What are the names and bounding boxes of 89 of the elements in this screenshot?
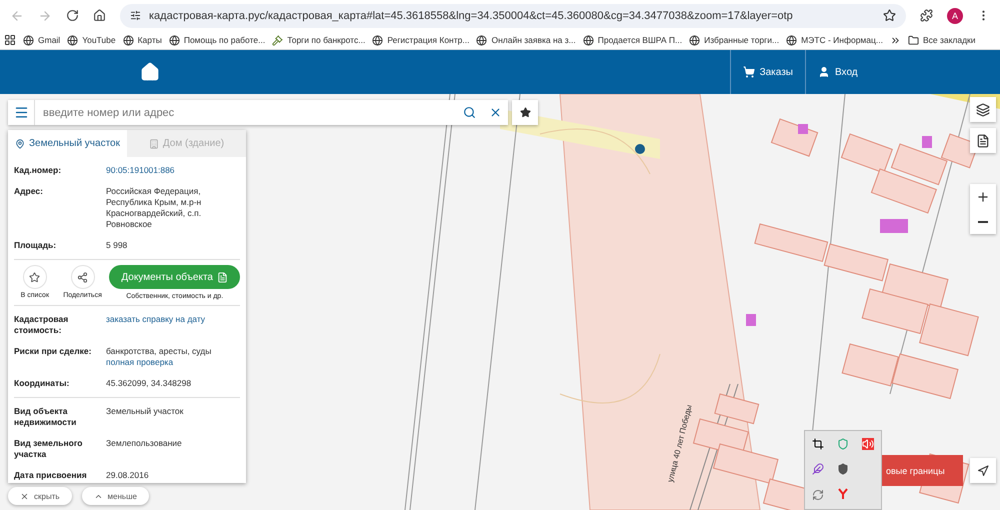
tray-shield-icon[interactable]	[836, 462, 849, 474]
extensions-icon[interactable]	[920, 9, 933, 22]
field-label: Риски при сделке:	[14, 346, 92, 358]
bookmark-item[interactable]: МЭТС - Информац...	[786, 34, 883, 46]
building-footprint	[798, 124, 808, 134]
bookmark-item[interactable]: Продается ВШРА П...	[582, 34, 682, 46]
share-icon	[77, 272, 88, 282]
bookmark-item[interactable]: YouTube	[67, 34, 116, 46]
field-value: 45.362099, 34.348298	[106, 378, 192, 389]
globe-icon	[23, 34, 34, 46]
close-icon[interactable]	[488, 106, 502, 119]
profile-avatar[interactable]: A	[947, 8, 963, 24]
globe-icon	[689, 34, 700, 46]
collapse-button[interactable]: меньше	[82, 487, 149, 505]
tray-crop-icon[interactable]	[812, 438, 824, 450]
street-label: улица 40 лет Победы	[666, 404, 694, 484]
layers-icon	[976, 102, 990, 116]
location-marker	[635, 144, 645, 154]
building-footprint	[746, 314, 756, 326]
star-icon	[520, 107, 530, 118]
bookmark-item[interactable]: Gmail	[23, 34, 60, 46]
site-settings-icon	[130, 10, 141, 21]
building-footprint	[922, 136, 932, 148]
field-link[interactable]: заказать справку на дату	[106, 314, 240, 336]
field-label: Адрес:	[14, 186, 44, 198]
bookmark-star-icon[interactable]	[883, 9, 896, 22]
home-icon[interactable]	[93, 9, 106, 22]
building-footprint	[880, 219, 908, 233]
share-button[interactable]	[70, 265, 95, 289]
cart-icon	[742, 66, 755, 78]
tab-label: Дом (здание)	[162, 138, 224, 149]
field-link[interactable]: 90:05:191001:886	[106, 165, 240, 176]
check-link[interactable]: полная проверка	[106, 357, 240, 368]
field-label: Дата присвоения	[14, 470, 88, 481]
field-value: банкротства, аресты, суды	[106, 346, 212, 357]
apps-icon[interactable]	[4, 34, 16, 46]
globe-icon	[786, 34, 798, 46]
plus-icon	[976, 190, 990, 204]
globe-icon	[122, 34, 134, 46]
field-label: Кадастровая стоимость:	[14, 314, 70, 336]
document-icon	[217, 272, 228, 282]
bookmark-item[interactable]: Онлайн заявка на з...	[476, 34, 576, 46]
field-value: 5 998	[106, 240, 128, 251]
globe-icon	[476, 34, 488, 46]
reload-icon[interactable]	[66, 9, 79, 22]
field-value: Землепользование	[106, 438, 183, 449]
gavel-icon	[272, 34, 284, 46]
field-value: Земельный участок	[106, 406, 184, 417]
tray-speaker-icon[interactable]	[862, 438, 874, 450]
more-bookmarks-icon[interactable]	[890, 34, 901, 46]
field-label: Кад.номер:	[14, 165, 62, 176]
all-bookmarks[interactable]: Все закладки	[908, 34, 976, 46]
search-field[interactable]: введите номер или адрес	[34, 100, 456, 125]
tab-label: Земельный участок	[28, 138, 120, 149]
field-label: Площадь:	[14, 240, 58, 251]
globe-icon	[582, 34, 594, 46]
search-icon[interactable]	[462, 106, 476, 119]
tray-sync-icon[interactable]	[812, 489, 824, 501]
globe-icon	[372, 34, 384, 46]
bookmark-item[interactable]: Помощь по работе...	[168, 34, 266, 46]
pin-icon	[14, 138, 25, 148]
globe-icon	[168, 34, 180, 46]
globe-icon	[67, 34, 78, 46]
tray-feather-icon[interactable]	[812, 462, 824, 474]
field-label: Вид объекта недвижимости	[14, 406, 78, 428]
bookmark-item[interactable]: Торги по банкротс...	[272, 34, 366, 46]
panel-tab[interactable]: Земельный участок	[8, 130, 127, 157]
favorites-button[interactable]	[512, 100, 538, 125]
document-icon	[976, 134, 990, 148]
minus-icon	[978, 220, 988, 222]
navigation-arrow-icon	[977, 464, 989, 476]
field-label: Вид земельного участка	[14, 438, 84, 460]
field-value: Российская Федерация, Республика Крым, м.р-н Красногвардейский, с.п. Ровновское	[106, 186, 202, 230]
bookmark-item[interactable]: Регистрация Контр...	[372, 34, 470, 46]
hide-button[interactable]: скрыть	[8, 487, 72, 505]
boundaries-button[interactable]: овые границы	[882, 455, 963, 486]
menu-icon[interactable]	[14, 105, 28, 120]
field-label: Координаты:	[14, 378, 70, 389]
close-icon	[20, 492, 29, 500]
user-icon	[818, 66, 830, 78]
add-to-list-button[interactable]	[22, 265, 47, 289]
star-icon	[29, 272, 40, 282]
building-icon	[148, 138, 159, 148]
field-value: 29.08.2016	[106, 470, 150, 481]
url-text: кадастровая-карта.рус/кадастровая_карта#lat=45.3618558&lng=34.350004&ct=45.360080&cg=34.3477038&zoom=17&layer=otp	[149, 10, 793, 22]
address-bar[interactable]: кадастровая-карта.рус/кадастровая_карта#lat=45.3618558&lng=34.350004&ct=45.360080&cg=34.3477038&zoom=17&layer=otp	[120, 4, 906, 28]
bookmark-item[interactable]: Карты	[122, 34, 162, 46]
bookmark-item[interactable]: Избранные торги...	[689, 34, 780, 46]
folder-icon	[908, 34, 919, 46]
